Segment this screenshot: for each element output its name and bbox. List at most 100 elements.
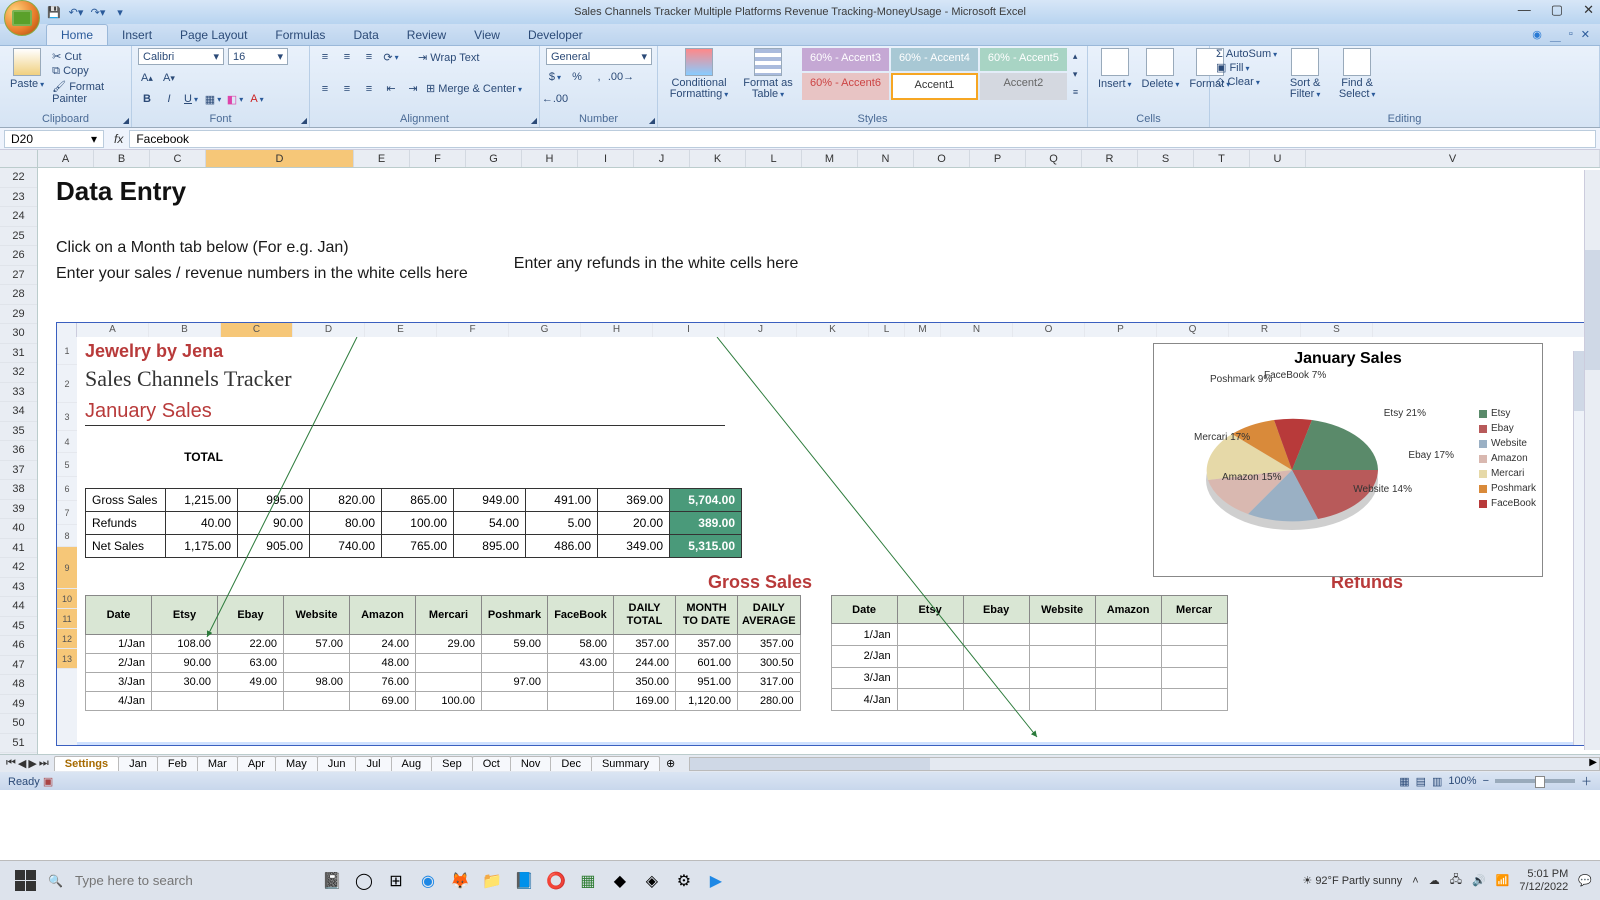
vertical-scrollbar[interactable] [1584, 170, 1600, 750]
align-middle-icon[interactable]: ≡ [338, 48, 356, 66]
start-button[interactable] [8, 867, 42, 895]
col-N[interactable]: N [858, 150, 914, 167]
col-J[interactable]: J [634, 150, 690, 167]
col-T[interactable]: T [1194, 150, 1250, 167]
inner-col[interactable]: P [1085, 323, 1157, 337]
row-header[interactable]: 49 [0, 695, 37, 715]
redo-icon[interactable]: ↷▾ [90, 4, 106, 20]
gross-sales-table[interactable]: DateEtsyEbayWebsiteAmazonMercariPoshmark… [85, 595, 801, 711]
macro-record-icon[interactable]: ▣ [43, 776, 53, 788]
taskbar-media-icon[interactable]: ▶ [703, 868, 729, 894]
ribbon-close-icon[interactable]: ✕ [1581, 28, 1590, 44]
tray-notifications-icon[interactable]: 💬 [1578, 874, 1592, 887]
tab-review[interactable]: Review [393, 25, 460, 45]
new-sheet-icon[interactable]: ⊕ [660, 757, 681, 770]
row-header[interactable]: 23 [0, 188, 37, 208]
bold-button[interactable]: B [138, 90, 156, 108]
tray-onedrive-icon[interactable]: ☁ [1429, 874, 1440, 887]
taskbar-app-icon[interactable]: ⚙ [671, 868, 697, 894]
sheet-tab-summary[interactable]: Summary [591, 756, 660, 771]
sort-filter-button[interactable]: Sort & Filter [1281, 48, 1329, 100]
col-U[interactable]: U [1250, 150, 1306, 167]
tab-last-icon[interactable]: ⏭ [39, 757, 49, 770]
undo-icon[interactable]: ↶▾ [68, 4, 84, 20]
ribbon-minimize-icon[interactable]: ＿ [1550, 28, 1561, 44]
font-color-button[interactable]: A [248, 90, 266, 108]
grow-font-icon[interactable]: A▴ [138, 69, 156, 87]
col-S[interactable]: S [1138, 150, 1194, 167]
align-top-icon[interactable]: ≡ [316, 48, 334, 66]
row-header[interactable]: 40 [0, 519, 37, 539]
dialog-launcher-icon[interactable]: ◢ [649, 116, 655, 125]
col-M[interactable]: M [802, 150, 858, 167]
zoom-slider[interactable] [1495, 779, 1575, 783]
tab-home[interactable]: Home [46, 24, 108, 45]
col-E[interactable]: E [354, 150, 410, 167]
col-O[interactable]: O [914, 150, 970, 167]
col-I[interactable]: I [578, 150, 634, 167]
save-icon[interactable]: 💾 [46, 4, 62, 20]
col-V[interactable]: V [1306, 150, 1600, 167]
taskbar-search[interactable] [69, 867, 289, 894]
taskbar-app-icon[interactable]: 📘 [511, 868, 537, 894]
border-button[interactable]: ▦ [204, 90, 222, 108]
taskbar-explorer-icon[interactable]: 📁 [479, 868, 505, 894]
sheet-tab-jun[interactable]: Jun [317, 756, 357, 771]
style-accent5[interactable]: 60% - Accent5 [980, 48, 1067, 71]
conditional-formatting-button[interactable]: Conditional Formatting [664, 48, 734, 100]
zoom-out-icon[interactable]: − [1483, 775, 1489, 787]
decrease-indent-icon[interactable]: ⇤ [382, 80, 400, 98]
sheet-tab-aug[interactable]: Aug [391, 756, 433, 771]
shrink-font-icon[interactable]: A▾ [160, 69, 178, 87]
tab-first-icon[interactable]: ⏮ [6, 757, 16, 770]
sheet-tab-oct[interactable]: Oct [472, 756, 511, 771]
sheet-tab-nov[interactable]: Nov [510, 756, 552, 771]
orientation-icon[interactable]: ⟳ [382, 48, 400, 66]
formula-input[interactable]: Facebook [129, 130, 1596, 148]
insert-cells-button[interactable]: Insert [1094, 48, 1136, 90]
view-pagebreak-icon[interactable]: ▥ [1432, 775, 1442, 788]
sheet-tab-jul[interactable]: Jul [355, 756, 391, 771]
inner-col[interactable]: K [797, 323, 869, 337]
number-format-combo[interactable]: General▾ [546, 48, 652, 65]
inner-col[interactable]: M [905, 323, 941, 337]
inner-row-header[interactable]: 10 [57, 589, 77, 609]
tray-network-icon[interactable]: 🖧 [1450, 871, 1462, 890]
delete-cells-button[interactable]: Delete [1138, 48, 1184, 90]
inner-row-header[interactable]: 5 [57, 453, 77, 477]
col-D[interactable]: D [206, 150, 354, 167]
inner-col[interactable]: B [149, 323, 221, 337]
inner-col[interactable]: S [1301, 323, 1373, 337]
col-F[interactable]: F [410, 150, 466, 167]
inner-col[interactable]: H [581, 323, 653, 337]
row-header[interactable]: 38 [0, 480, 37, 500]
row-header[interactable]: 44 [0, 597, 37, 617]
inner-col[interactable]: E [365, 323, 437, 337]
autosum-button[interactable]: Σ AutoSum [1216, 48, 1277, 60]
inner-col[interactable]: J [725, 323, 797, 337]
tab-prev-icon[interactable]: ◀ [18, 757, 26, 770]
taskbar-app-icon[interactable]: ◆ [607, 868, 633, 894]
style-accent4[interactable]: 60% - Accent4 [891, 48, 978, 71]
taskbar-excel-icon[interactable]: ▦ [575, 868, 601, 894]
inner-col[interactable]: I [653, 323, 725, 337]
inner-row-header[interactable]: 8 [57, 525, 77, 547]
dialog-launcher-icon[interactable]: ◢ [531, 116, 537, 125]
increase-decimal-icon[interactable]: .00→ [612, 68, 630, 86]
row-header[interactable]: 45 [0, 617, 37, 637]
row-header[interactable]: 42 [0, 558, 37, 578]
inner-row-header[interactable]: 1 [57, 337, 77, 365]
row-header[interactable]: 41 [0, 539, 37, 559]
inner-col[interactable]: D [293, 323, 365, 337]
col-R[interactable]: R [1082, 150, 1138, 167]
row-header[interactable]: 37 [0, 461, 37, 481]
col-H[interactable]: H [522, 150, 578, 167]
inner-row-header[interactable]: 13 [57, 649, 77, 669]
tray-wifi-icon[interactable]: 📶 [1496, 874, 1510, 887]
paste-button[interactable]: Paste [6, 48, 48, 105]
maximize-button[interactable]: ▢ [1551, 2, 1563, 18]
tray-volume-icon[interactable]: 🔊 [1472, 874, 1486, 887]
tab-view[interactable]: View [460, 25, 514, 45]
taskbar-chrome-icon[interactable]: ⭕ [543, 868, 569, 894]
row-header[interactable]: 50 [0, 714, 37, 734]
